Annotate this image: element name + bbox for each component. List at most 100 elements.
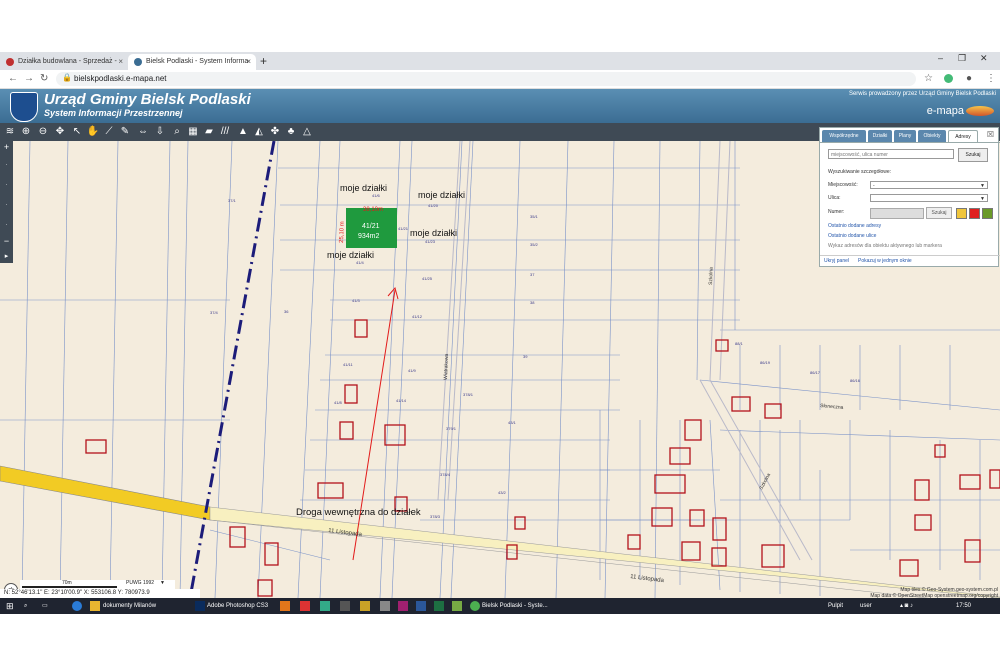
hide-panel-link[interactable]: Ukryj panel bbox=[824, 258, 849, 264]
taskbar-item[interactable]: Adobe Photoshop CS3 bbox=[207, 600, 268, 612]
zoom-minus-icon[interactable]: − bbox=[2, 237, 11, 246]
close-tab-icon[interactable]: × bbox=[246, 54, 251, 70]
extension-icon[interactable] bbox=[944, 74, 953, 83]
chrome-icon[interactable] bbox=[470, 601, 480, 611]
select-icon[interactable]: ↖ bbox=[70, 124, 84, 139]
projection-dropdown-icon[interactable]: ▼ bbox=[160, 580, 165, 586]
tray-desktop[interactable]: Pulpit bbox=[828, 600, 843, 612]
star-icon[interactable]: ☆ bbox=[924, 73, 933, 84]
settings-icon[interactable]: ✤ bbox=[268, 124, 282, 139]
url-field[interactable]: 🔒 bielskpodlaski.e-mapa.net bbox=[56, 72, 916, 86]
color-swatch-yellow[interactable] bbox=[956, 208, 967, 219]
street-name: Szkolna bbox=[758, 472, 772, 491]
parcel-label: 38 bbox=[530, 300, 535, 305]
terrain-icon[interactable]: △ bbox=[300, 124, 314, 139]
full-extent-icon[interactable]: ✥ bbox=[53, 124, 67, 139]
reload-icon[interactable]: ↻ bbox=[40, 73, 48, 84]
site-subtitle: System Informacji Przestrzennej bbox=[44, 108, 183, 118]
annotation-my-plots: moje działki bbox=[327, 250, 374, 260]
browser-tab-1[interactable]: Działka budowlana - Sprzedaż - × bbox=[0, 54, 128, 70]
area-icon[interactable]: ⇔ bbox=[136, 124, 150, 139]
app-icon[interactable] bbox=[320, 601, 330, 611]
taskbar-item[interactable]: Bielsk Podlaski - Syste... bbox=[482, 600, 548, 612]
hatch-icon[interactable]: /// bbox=[218, 124, 232, 139]
word-icon[interactable] bbox=[416, 601, 426, 611]
tab-plans[interactable]: Plany bbox=[894, 130, 916, 142]
recent-addresses-link[interactable]: Ostatnio dodane adresy bbox=[828, 223, 881, 229]
tab-parcels[interactable]: Działki bbox=[868, 130, 892, 142]
parcel-label: 41/14 bbox=[396, 398, 407, 403]
parcel-label: 35/2 bbox=[530, 242, 539, 247]
edge-icon[interactable] bbox=[72, 601, 82, 611]
browser-tab-2[interactable]: Bielsk Podlaski - System Informa × bbox=[128, 54, 256, 70]
app-icon[interactable] bbox=[280, 601, 290, 611]
tray-icons[interactable]: ▴ ◙ ♪ bbox=[900, 600, 913, 612]
parcel-label: 378/3 bbox=[430, 514, 441, 519]
pan-icon[interactable]: ✋ bbox=[86, 124, 100, 139]
address-search-input[interactable]: miejscowość, ulica numer bbox=[828, 149, 954, 159]
address-bar-row: ← → ↻ 🔒 bielskpodlaski.e-mapa.net ☆ ● ⋮ bbox=[0, 70, 1000, 89]
download-icon[interactable]: ⇩ bbox=[153, 124, 167, 139]
start-icon[interactable]: ⊞ bbox=[6, 600, 14, 612]
zoom-in-icon[interactable]: ⊕ bbox=[19, 124, 33, 139]
parcel-width: 38,10m bbox=[363, 207, 383, 213]
app-icon[interactable] bbox=[398, 601, 408, 611]
tab-coordinates[interactable]: Współrzędne bbox=[822, 130, 866, 142]
annotation-my-plots: moje działki bbox=[418, 190, 465, 200]
forward-icon[interactable]: → bbox=[24, 73, 34, 84]
zoom-tick: · bbox=[5, 222, 8, 228]
number-search-button[interactable]: Szukaj bbox=[926, 207, 952, 219]
back-icon[interactable]: ← bbox=[8, 73, 18, 84]
clock[interactable]: 17:50 bbox=[956, 600, 971, 612]
zoom-plus-icon[interactable]: + bbox=[2, 143, 11, 152]
search-button[interactable]: Szukaj bbox=[958, 148, 988, 162]
locality-select[interactable]: - ▼ bbox=[870, 181, 988, 189]
route-icon[interactable]: ◭ bbox=[252, 124, 266, 139]
zoom-slider[interactable]: + · · · · − bbox=[0, 141, 13, 251]
minimize-button[interactable]: – bbox=[938, 53, 943, 63]
projection-label: PUWG 1992 bbox=[126, 580, 155, 586]
photoshop-icon[interactable] bbox=[195, 601, 205, 611]
task-view-icon[interactable]: ▭ bbox=[42, 600, 48, 612]
app-icon[interactable] bbox=[300, 601, 310, 611]
comment-icon[interactable]: ▰ bbox=[202, 124, 216, 139]
favicon-icon bbox=[134, 58, 142, 66]
zoom-out-icon[interactable]: ⊖ bbox=[36, 124, 50, 139]
info-icon[interactable]: ▲ bbox=[236, 124, 250, 139]
locality-value: - bbox=[873, 183, 875, 189]
color-swatch-red[interactable] bbox=[969, 208, 980, 219]
single-window-link[interactable]: Pokazuj w jednym oknie bbox=[858, 258, 912, 264]
app-icon[interactable] bbox=[380, 601, 390, 611]
taskbar-item[interactable]: dokumenty Milanów bbox=[103, 600, 156, 612]
app-icon[interactable] bbox=[452, 601, 462, 611]
street-select[interactable]: ▼ bbox=[870, 194, 988, 202]
account-icon[interactable]: ● bbox=[966, 73, 972, 84]
print-icon[interactable]: ▦ bbox=[186, 124, 200, 139]
maximize-button[interactable]: ❐ bbox=[958, 53, 966, 64]
app-icon[interactable] bbox=[340, 601, 350, 611]
buildings bbox=[85, 319, 1000, 597]
user-icon[interactable]: ♣ bbox=[284, 124, 298, 139]
layers-icon[interactable]: ≋ bbox=[3, 124, 17, 139]
color-swatch-green[interactable] bbox=[982, 208, 993, 219]
new-tab-button[interactable]: + bbox=[260, 54, 267, 68]
search-icon[interactable]: ⌕ bbox=[24, 600, 27, 612]
recent-streets-link[interactable]: Ostatnio dodane ulice bbox=[828, 233, 876, 239]
parcel-label: 86/16 bbox=[850, 378, 861, 383]
distance-icon[interactable]: ✎ bbox=[118, 124, 132, 139]
tab-objects[interactable]: Obiekty bbox=[918, 130, 946, 142]
tab-title: Działka budowlana - Sprzedaż - bbox=[18, 58, 117, 65]
close-tab-icon[interactable]: × bbox=[118, 54, 123, 70]
app-icon[interactable] bbox=[360, 601, 370, 611]
folder-icon[interactable] bbox=[90, 601, 100, 611]
tray-user[interactable]: user bbox=[860, 600, 872, 612]
search-icon[interactable]: ⌕ bbox=[170, 124, 184, 139]
number-input[interactable] bbox=[870, 208, 924, 219]
measure-icon[interactable]: ⟋ bbox=[102, 124, 116, 139]
close-window-button[interactable]: ✕ bbox=[980, 53, 988, 64]
excel-icon[interactable] bbox=[434, 601, 444, 611]
menu-icon[interactable]: ⋮ bbox=[986, 73, 996, 84]
expand-panel-icon[interactable]: ▸ bbox=[0, 251, 13, 263]
close-panel-icon[interactable]: ☒ bbox=[987, 130, 994, 139]
parcel-label: 43/2 bbox=[498, 490, 507, 495]
